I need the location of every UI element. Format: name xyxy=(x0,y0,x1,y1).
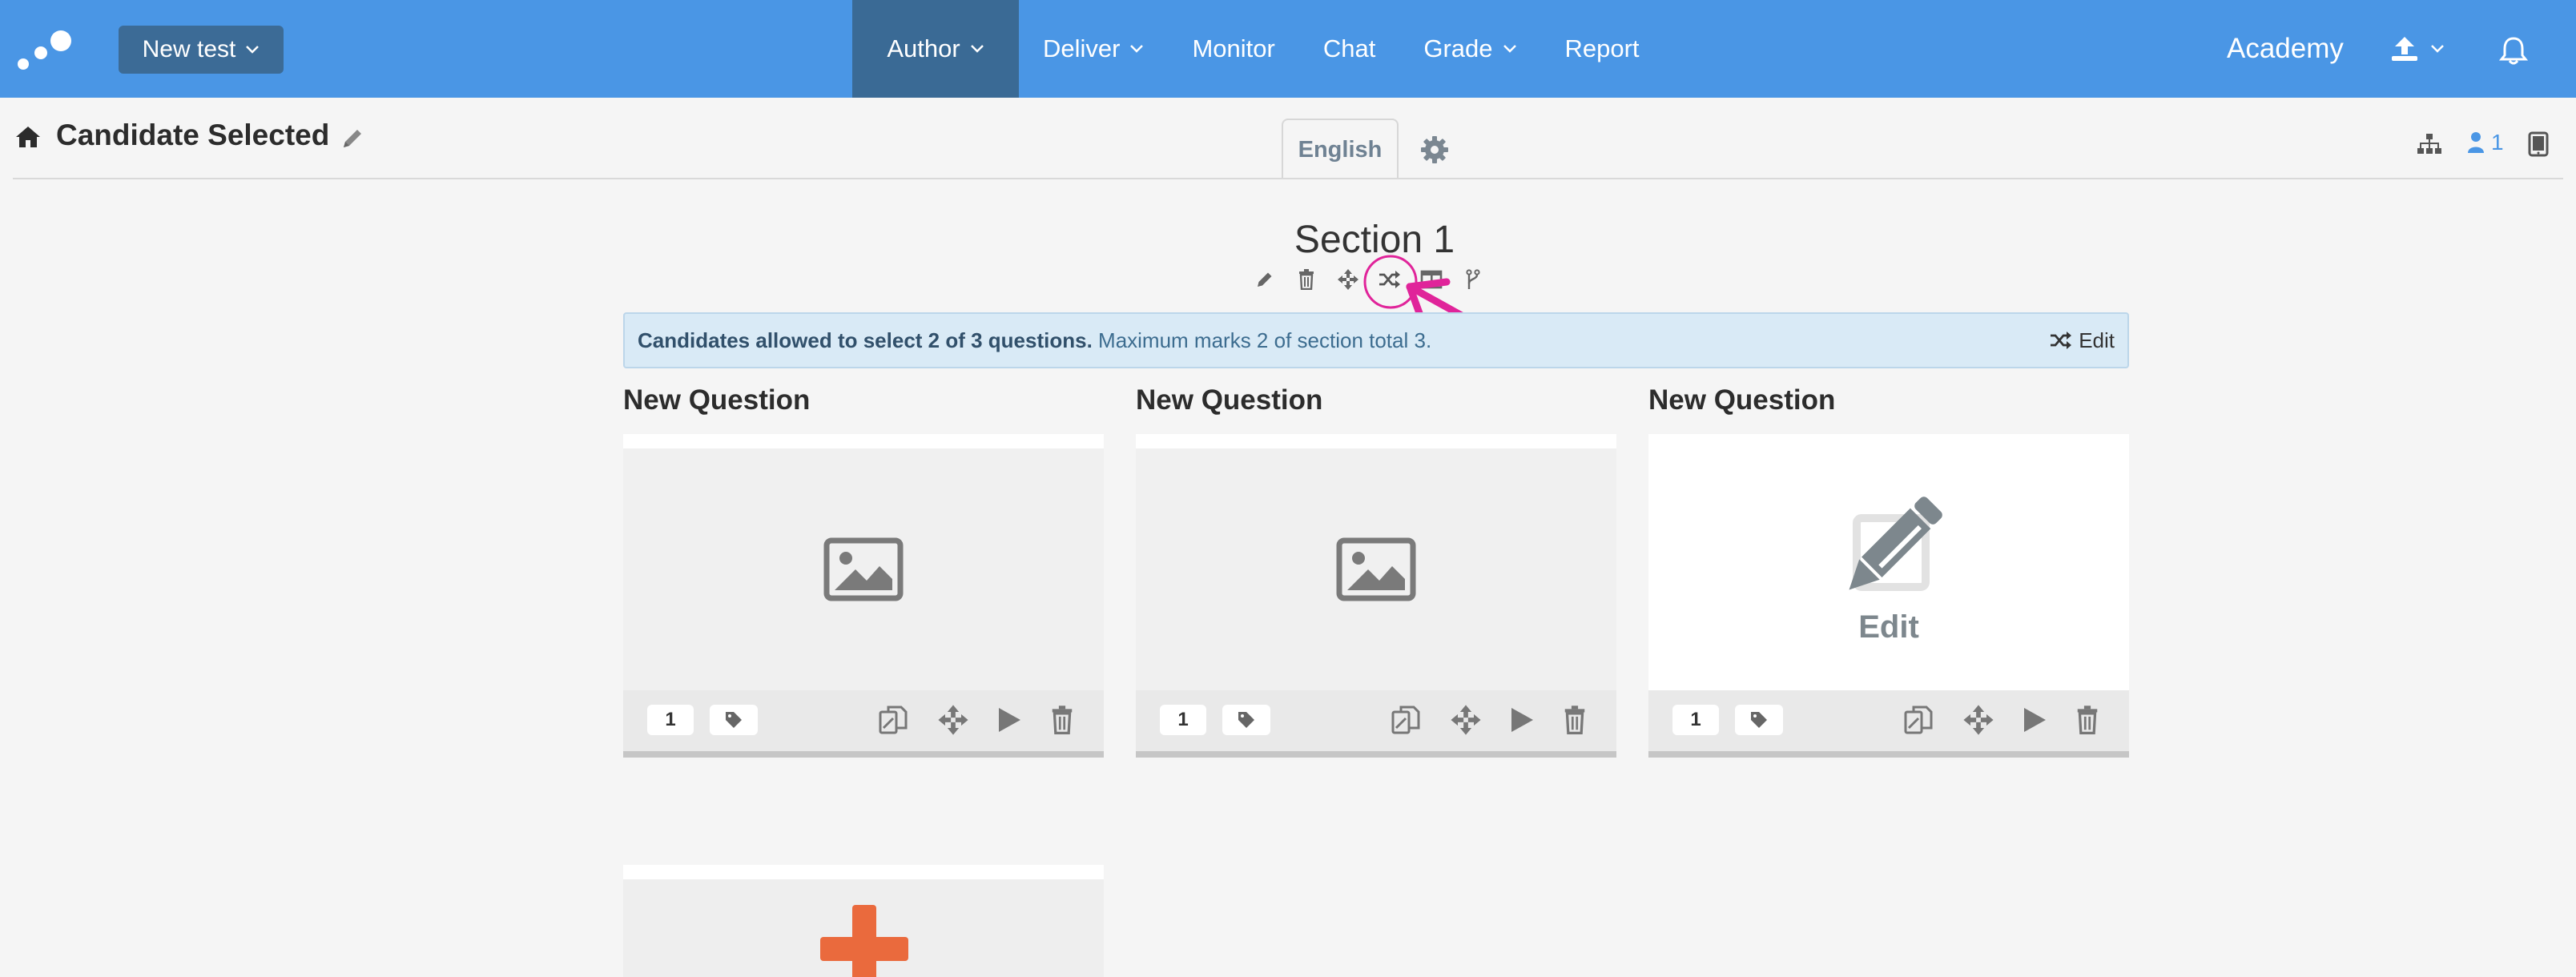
play-preview-icon[interactable] xyxy=(996,706,1022,734)
question-title[interactable]: New Question xyxy=(1136,380,1616,421)
delete-section-trash-icon[interactable] xyxy=(1294,267,1318,291)
question-footer: 1 xyxy=(1136,690,1616,751)
chevron-down-icon xyxy=(2431,45,2444,53)
move-icon[interactable] xyxy=(1962,704,1994,736)
nav-author[interactable]: Author xyxy=(852,0,1019,98)
tag-icon[interactable] xyxy=(710,705,758,735)
question-thumbnail[interactable] xyxy=(1136,448,1616,690)
header-divider xyxy=(13,178,2563,179)
question-title[interactable]: New Question xyxy=(623,380,1104,421)
chevron-down-icon xyxy=(246,46,260,54)
info-rest: Maximum marks 2 of section total 3. xyxy=(1092,328,1432,352)
edit-question-label: Edit xyxy=(1858,609,1919,645)
info-bold: Candidates allowed to select 2 of 3 ques… xyxy=(638,328,1093,352)
marks-badge[interactable]: 1 xyxy=(1160,705,1206,735)
nav-report-label: Report xyxy=(1564,34,1640,62)
question-thumbnail[interactable]: Edit xyxy=(1648,448,2129,690)
user-count-button[interactable]: 1 xyxy=(2467,130,2504,155)
question-preview[interactable]: 1 xyxy=(623,434,1104,758)
edit-section-pencil-icon[interactable] xyxy=(1253,267,1277,291)
nav-monitor[interactable]: Monitor xyxy=(1168,0,1298,98)
top-navigation-bar: New test Author Deliver Monitor Chat Gra… xyxy=(0,0,2576,98)
notifications-bell-icon[interactable] xyxy=(2499,35,2528,66)
plus-icon xyxy=(820,905,908,977)
upload-menu-button[interactable] xyxy=(2390,35,2445,62)
edit-title-pencil-icon[interactable] xyxy=(340,126,365,151)
question-actions xyxy=(1376,703,1600,737)
edit-pencil-icon xyxy=(1849,496,1942,591)
upload-icon xyxy=(2392,37,2417,61)
page-title: Candidate Selected xyxy=(56,119,330,151)
add-question-card[interactable] xyxy=(623,865,1104,977)
trash-icon[interactable] xyxy=(2075,706,2099,734)
nav-grade[interactable]: Grade xyxy=(1399,0,1540,98)
duplicate-icon[interactable] xyxy=(877,704,909,736)
trash-icon[interactable] xyxy=(1050,706,1074,734)
move-icon[interactable] xyxy=(937,704,969,736)
chevron-down-icon xyxy=(970,45,984,53)
gear-icon[interactable] xyxy=(1419,135,1450,165)
nav-deliver-label: Deliver xyxy=(1043,34,1121,62)
nav-author-label: Author xyxy=(887,34,960,62)
question-card-3: New Question Edit 1 xyxy=(1648,380,2129,758)
question-preview[interactable]: Edit 1 xyxy=(1648,434,2129,758)
question-preview[interactable]: 1 xyxy=(1136,434,1616,758)
trash-icon[interactable] xyxy=(1563,706,1587,734)
nav-grade-label: Grade xyxy=(1423,34,1493,62)
chevron-down-icon xyxy=(1130,45,1144,53)
tag-icon[interactable] xyxy=(1735,705,1783,735)
info-text: Candidates allowed to select 2 of 3 ques… xyxy=(638,328,1431,353)
nav-chat[interactable]: Chat xyxy=(1299,0,1399,98)
nav-deliver[interactable]: Deliver xyxy=(1019,0,1168,98)
question-footer: 1 xyxy=(623,690,1104,751)
question-actions xyxy=(1889,703,2113,737)
nav-report[interactable]: Report xyxy=(1541,0,1664,98)
nav-monitor-label: Monitor xyxy=(1192,34,1275,62)
user-icon xyxy=(2468,132,2484,153)
candidate-select-info-bar: Candidates allowed to select 2 of 3 ques… xyxy=(623,312,2129,368)
new-test-button[interactable]: New test xyxy=(119,26,284,74)
app-logo-icon[interactable] xyxy=(16,26,74,71)
question-actions xyxy=(863,703,1088,737)
marks-badge[interactable]: 1 xyxy=(1672,705,1719,735)
play-preview-icon[interactable] xyxy=(1509,706,1535,734)
duplicate-icon[interactable] xyxy=(1390,704,1422,736)
image-placeholder-icon xyxy=(1336,537,1416,601)
question-footer: 1 xyxy=(1648,690,2129,751)
home-icon[interactable] xyxy=(14,125,42,149)
tag-icon[interactable] xyxy=(1222,705,1270,735)
sitemap-icon[interactable] xyxy=(2416,133,2443,155)
chevron-down-icon xyxy=(1503,45,1516,53)
question-card-2: New Question 1 xyxy=(1136,380,1616,758)
play-preview-icon[interactable] xyxy=(2022,706,2047,734)
tablet-preview-icon[interactable] xyxy=(2528,131,2549,157)
org-name[interactable]: Academy xyxy=(2227,0,2344,98)
nav-chat-label: Chat xyxy=(1322,34,1376,62)
question-card-1: New Question 1 xyxy=(623,380,1104,758)
marks-badge[interactable]: 1 xyxy=(647,705,694,735)
tab-language-english[interactable]: English xyxy=(1282,119,1399,179)
new-test-label: New test xyxy=(142,36,236,62)
edit-selection-label: Edit xyxy=(2079,328,2115,352)
main-nav: Author Deliver Monitor Chat Grade Report xyxy=(852,0,1664,98)
user-count-value: 1 xyxy=(2491,130,2504,155)
edit-selection-button[interactable]: Edit xyxy=(2050,328,2115,353)
move-icon[interactable] xyxy=(1450,704,1482,736)
image-placeholder-icon xyxy=(823,537,904,601)
question-thumbnail[interactable] xyxy=(623,448,1104,690)
question-title[interactable]: New Question xyxy=(1648,380,2129,421)
duplicate-icon[interactable] xyxy=(1902,704,1934,736)
shuffle-icon xyxy=(2051,332,2072,349)
